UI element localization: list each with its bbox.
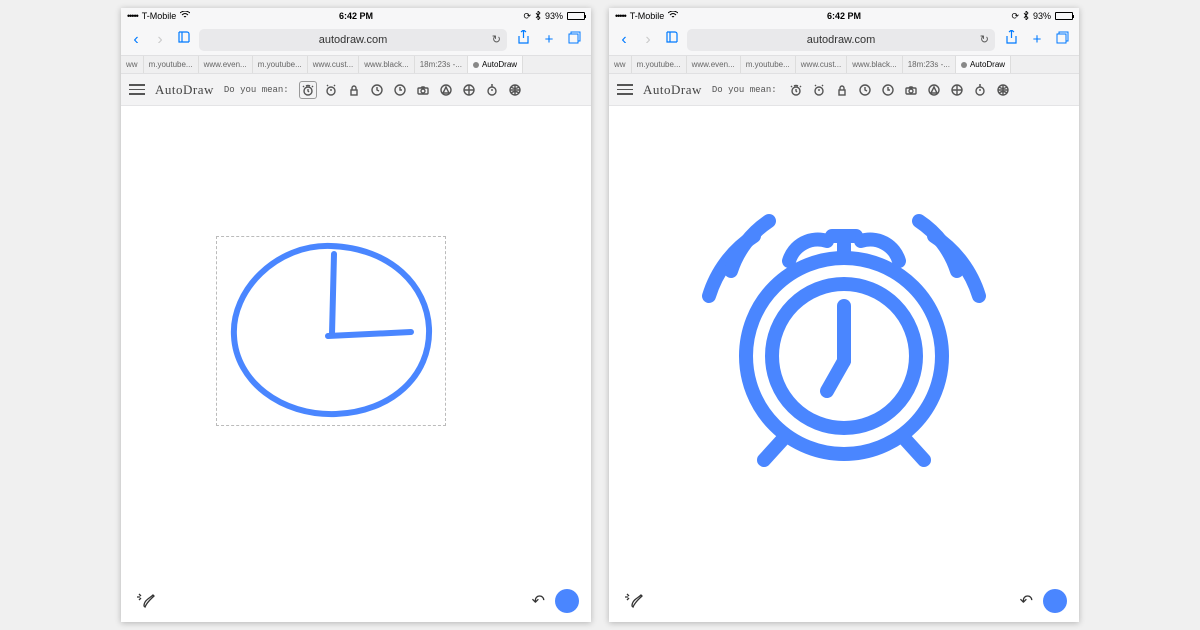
ios-status-bar: ••••• T-Mobile 6:42 PM ⟳ 93%: [609, 8, 1079, 24]
tab-strip: ww m.youtube... www.even... m.youtube...…: [121, 56, 591, 74]
battery-icon: [1055, 12, 1073, 20]
tab-item[interactable]: www.even...: [199, 56, 253, 73]
share-button[interactable]: [513, 30, 533, 49]
tab-item-active[interactable]: AutoDraw: [956, 56, 1011, 73]
url-field[interactable]: autodraw.com ↻: [199, 29, 507, 51]
tab-item[interactable]: www.cust...: [796, 56, 847, 73]
clock-time: 6:42 PM: [609, 11, 1079, 21]
alarm-clock-icon[interactable]: [299, 81, 317, 99]
stopwatch-icon[interactable]: [971, 81, 989, 99]
tab-item[interactable]: www.black...: [847, 56, 902, 73]
suggestion-prompt: Do you mean:: [224, 85, 289, 95]
tab-item[interactable]: ww: [121, 56, 144, 73]
suggestion-row: [787, 81, 1012, 99]
back-button[interactable]: ‹: [127, 31, 145, 49]
color-picker-button[interactable]: [1043, 589, 1067, 613]
autodraw-toolbar: AutoDraw Do you mean:: [609, 74, 1079, 106]
forward-button[interactable]: ›: [151, 31, 169, 49]
autodraw-tool-button[interactable]: [133, 588, 159, 614]
safari-toolbar: ‹ › autodraw.com ↻ +: [121, 24, 591, 56]
bookmarks-button[interactable]: [663, 30, 681, 49]
autodraw-tool-button[interactable]: [621, 588, 647, 614]
tabs-button[interactable]: [565, 31, 585, 49]
url-text: autodraw.com: [807, 34, 875, 46]
back-button[interactable]: ‹: [615, 31, 633, 49]
favicon-icon: [473, 62, 479, 68]
menu-button[interactable]: [129, 84, 145, 95]
url-text: autodraw.com: [319, 34, 387, 46]
undo-button[interactable]: ↶: [532, 591, 545, 611]
tab-item[interactable]: m.youtube...: [741, 56, 796, 73]
suggestion-row: [299, 81, 524, 99]
stopwatch-icon[interactable]: [483, 81, 501, 99]
clock-alt-icon[interactable]: [391, 81, 409, 99]
user-sketch[interactable]: [216, 236, 446, 431]
compass-icon[interactable]: [437, 81, 455, 99]
clock-icon[interactable]: [368, 81, 386, 99]
forward-button[interactable]: ›: [639, 31, 657, 49]
tab-item[interactable]: 18m:23s -...: [903, 56, 956, 73]
clock-alt-icon[interactable]: [879, 81, 897, 99]
new-tab-button[interactable]: +: [1027, 31, 1047, 48]
target-icon[interactable]: [948, 81, 966, 99]
safari-toolbar: ‹ › autodraw.com ↻ +: [609, 24, 1079, 56]
basketball-icon[interactable]: [506, 81, 524, 99]
compass-icon[interactable]: [925, 81, 943, 99]
camera-icon[interactable]: [414, 81, 432, 99]
reload-button[interactable]: ↻: [980, 33, 989, 46]
reload-button[interactable]: ↻: [492, 33, 501, 46]
device-left: ••••• T-Mobile 6:42 PM ⟳ 93% ‹ › autodra…: [121, 8, 591, 622]
tab-item[interactable]: m.youtube...: [632, 56, 687, 73]
undo-button[interactable]: ↶: [1020, 591, 1033, 611]
favicon-icon: [961, 62, 967, 68]
drawing-canvas[interactable]: ↶: [609, 106, 1079, 622]
ios-status-bar: ••••• T-Mobile 6:42 PM ⟳ 93%: [121, 8, 591, 24]
suggestion-prompt: Do you mean:: [712, 85, 777, 95]
tabs-button[interactable]: [1053, 31, 1073, 49]
tab-item[interactable]: 18m:23s -...: [415, 56, 468, 73]
color-picker-button[interactable]: [555, 589, 579, 613]
tab-item[interactable]: m.youtube...: [253, 56, 308, 73]
tab-item[interactable]: ww: [609, 56, 632, 73]
new-tab-button[interactable]: +: [539, 31, 559, 48]
basketball-icon[interactable]: [994, 81, 1012, 99]
tab-item[interactable]: m.youtube...: [144, 56, 199, 73]
device-right: ••••• T-Mobile 6:42 PM ⟳ 93% ‹ › autodra…: [609, 8, 1079, 622]
clock-icon[interactable]: [856, 81, 874, 99]
menu-button[interactable]: [617, 84, 633, 95]
share-button[interactable]: [1001, 30, 1021, 49]
bookmarks-button[interactable]: [175, 30, 193, 49]
autodraw-toolbar: AutoDraw Do you mean:: [121, 74, 591, 106]
url-field[interactable]: autodraw.com ↻: [687, 29, 995, 51]
tab-item-active[interactable]: AutoDraw: [468, 56, 523, 73]
drawing-canvas[interactable]: ↶: [121, 106, 591, 622]
app-title: AutoDraw: [155, 82, 214, 98]
autodraw-result[interactable]: [679, 166, 1009, 501]
app-title: AutoDraw: [643, 82, 702, 98]
tab-item[interactable]: www.cust...: [308, 56, 359, 73]
canvas-controls: ↶: [121, 588, 591, 614]
padlock-icon[interactable]: [345, 81, 363, 99]
canvas-controls: ↶: [609, 588, 1079, 614]
tab-item[interactable]: www.even...: [687, 56, 741, 73]
tab-item[interactable]: www.black...: [359, 56, 414, 73]
target-icon[interactable]: [460, 81, 478, 99]
clock-time: 6:42 PM: [121, 11, 591, 21]
alarm-clock-alt-icon[interactable]: [322, 81, 340, 99]
alarm-clock-alt-icon[interactable]: [810, 81, 828, 99]
alarm-clock-icon[interactable]: [787, 81, 805, 99]
tab-strip: ww m.youtube... www.even... m.youtube...…: [609, 56, 1079, 74]
padlock-icon[interactable]: [833, 81, 851, 99]
camera-icon[interactable]: [902, 81, 920, 99]
battery-icon: [567, 12, 585, 20]
